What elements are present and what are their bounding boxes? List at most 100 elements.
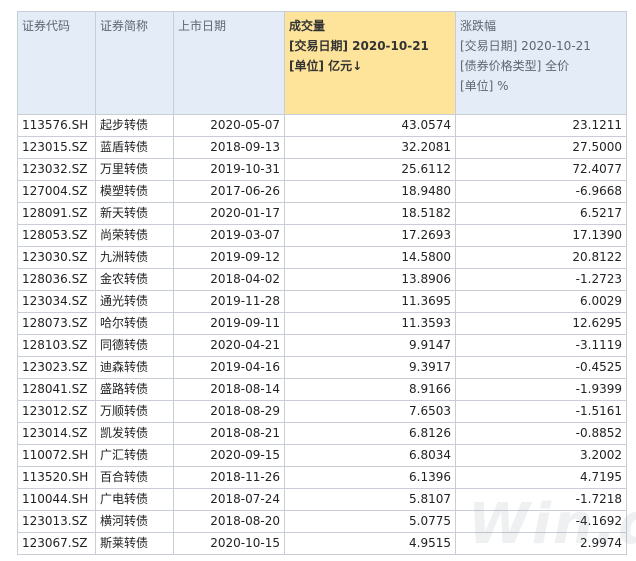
cell-code: 113520.SH <box>17 466 96 489</box>
table-row[interactable]: 123032.SZ 万里转债 2019-10-31 25.6112 72.4077 <box>17 158 627 181</box>
cell-name: 哈尔转债 <box>95 312 174 335</box>
cell-change: -1.7218 <box>455 488 627 511</box>
cell-code: 123015.SZ <box>17 136 96 159</box>
cell-code: 128073.SZ <box>17 312 96 335</box>
cell-change: -1.2723 <box>455 268 627 291</box>
cell-change: 4.7195 <box>455 466 627 489</box>
cell-change: 2.9974 <box>455 532 627 555</box>
table-row[interactable]: 123015.SZ 蓝盾转债 2018-09-13 32.2081 27.5000 <box>17 136 627 159</box>
table-row[interactable]: 123030.SZ 九洲转债 2019-09-12 14.5800 20.8122 <box>17 246 627 269</box>
table-row[interactable]: 123067.SZ 斯莱转债 2020-10-15 4.9515 2.9974 <box>17 532 627 555</box>
cell-change: 17.1390 <box>455 224 627 247</box>
cell-name: 模塑转债 <box>95 180 174 203</box>
cell-code: 128053.SZ <box>17 224 96 247</box>
cell-date: 2018-08-21 <box>173 422 285 445</box>
cell-code: 123023.SZ <box>17 356 96 379</box>
cell-volume: 18.9480 <box>284 180 456 203</box>
cell-name: 广电转债 <box>95 488 174 511</box>
cell-volume: 25.6112 <box>284 158 456 181</box>
cell-date: 2020-01-17 <box>173 202 285 225</box>
cell-volume: 11.3593 <box>284 312 456 335</box>
table-row[interactable]: 128091.SZ 新天转债 2020-01-17 18.5182 6.5217 <box>17 202 627 225</box>
cell-name: 尚荣转债 <box>95 224 174 247</box>
table-row[interactable]: 113576.SH 起步转债 2020-05-07 43.0574 23.1211 <box>17 114 627 137</box>
cell-code: 128041.SZ <box>17 378 96 401</box>
cell-volume: 9.3917 <box>284 356 456 379</box>
table-row[interactable]: 113520.SH 百合转债 2018-11-26 6.1396 4.7195 <box>17 466 627 489</box>
cell-code: 123013.SZ <box>17 510 96 533</box>
table-row[interactable]: 123013.SZ 横河转债 2018-08-20 5.0775 -4.1692 <box>17 510 627 533</box>
header-name[interactable]: 证券简称 <box>95 11 174 115</box>
table-row[interactable]: 127004.SZ 模塑转债 2017-06-26 18.9480 -6.9668 <box>17 180 627 203</box>
cell-name: 九洲转债 <box>95 246 174 269</box>
cell-name: 万里转债 <box>95 158 174 181</box>
cell-code: 127004.SZ <box>17 180 96 203</box>
table-row[interactable]: 128103.SZ 同德转债 2020-04-21 9.9147 -3.1119 <box>17 334 627 357</box>
table-row[interactable]: 128041.SZ 盛路转债 2018-08-14 8.9166 -1.9399 <box>17 378 627 401</box>
cell-date: 2020-05-07 <box>173 114 285 137</box>
table-row[interactable]: 110072.SH 广汇转债 2020-09-15 6.8034 3.2002 <box>17 444 627 467</box>
cell-name: 起步转债 <box>95 114 174 137</box>
cell-code: 123012.SZ <box>17 400 96 423</box>
cell-name: 新天转债 <box>95 202 174 225</box>
cell-name: 万顺转债 <box>95 400 174 423</box>
cell-date: 2018-04-02 <box>173 268 285 291</box>
header-code[interactable]: 证券代码 <box>17 11 96 115</box>
cell-date: 2018-09-13 <box>173 136 285 159</box>
cell-date: 2019-04-16 <box>173 356 285 379</box>
cell-name: 迪森转债 <box>95 356 174 379</box>
cell-date: 2019-09-12 <box>173 246 285 269</box>
bond-table: 证券代码 证券简称 上市日期 成交量 [交易日期] 2020-10-21 [单位… <box>17 11 627 555</box>
table-row[interactable]: 123023.SZ 迪森转债 2019-04-16 9.3917 -0.4525 <box>17 356 627 379</box>
cell-name: 百合转债 <box>95 466 174 489</box>
cell-date: 2018-07-24 <box>173 488 285 511</box>
cell-volume: 18.5182 <box>284 202 456 225</box>
table-row[interactable]: 123014.SZ 凯发转债 2018-08-21 6.8126 -0.8852 <box>17 422 627 445</box>
cell-date: 2019-11-28 <box>173 290 285 313</box>
cell-date: 2020-09-15 <box>173 444 285 467</box>
cell-name: 广汇转债 <box>95 444 174 467</box>
cell-change: 6.0029 <box>455 290 627 313</box>
cell-volume: 32.2081 <box>284 136 456 159</box>
header-listdate[interactable]: 上市日期 <box>173 11 285 115</box>
cell-code: 110044.SH <box>17 488 96 511</box>
cell-name: 同德转债 <box>95 334 174 357</box>
cell-change: -0.8852 <box>455 422 627 445</box>
table-row[interactable]: 123012.SZ 万顺转债 2018-08-29 7.6503 -1.5161 <box>17 400 627 423</box>
cell-date: 2018-08-20 <box>173 510 285 533</box>
table-row[interactable]: 128036.SZ 金农转债 2018-04-02 13.8906 -1.2723 <box>17 268 627 291</box>
cell-code: 123067.SZ <box>17 532 96 555</box>
cell-name: 金农转债 <box>95 268 174 291</box>
cell-date: 2019-10-31 <box>173 158 285 181</box>
cell-code: 123030.SZ <box>17 246 96 269</box>
cell-change: 6.5217 <box>455 202 627 225</box>
cell-date: 2018-11-26 <box>173 466 285 489</box>
cell-volume: 11.3695 <box>284 290 456 313</box>
cell-code: 110072.SH <box>17 444 96 467</box>
table-row[interactable]: 128053.SZ 尚荣转债 2019-03-07 17.2693 17.1390 <box>17 224 627 247</box>
table-row[interactable]: 123034.SZ 通光转债 2019-11-28 11.3695 6.0029 <box>17 290 627 313</box>
header-change[interactable]: 涨跌幅 [交易日期] 2020-10-21 [债券价格类型] 全价 [单位] % <box>455 11 627 115</box>
table-row[interactable]: 128073.SZ 哈尔转债 2019-09-11 11.3593 12.6295 <box>17 312 627 335</box>
cell-change: -4.1692 <box>455 510 627 533</box>
cell-change: 72.4077 <box>455 158 627 181</box>
cell-volume: 6.8126 <box>284 422 456 445</box>
cell-change: 23.1211 <box>455 114 627 137</box>
cell-date: 2018-08-14 <box>173 378 285 401</box>
cell-code: 123014.SZ <box>17 422 96 445</box>
cell-volume: 5.0775 <box>284 510 456 533</box>
cell-volume: 6.1396 <box>284 466 456 489</box>
cell-volume: 14.5800 <box>284 246 456 269</box>
cell-volume: 7.6503 <box>284 400 456 423</box>
cell-volume: 4.9515 <box>284 532 456 555</box>
cell-name: 通光转债 <box>95 290 174 313</box>
cell-volume: 6.8034 <box>284 444 456 467</box>
table-row[interactable]: 110044.SH 广电转债 2018-07-24 5.8107 -1.7218 <box>17 488 627 511</box>
cell-change: -3.1119 <box>455 334 627 357</box>
cell-date: 2019-09-11 <box>173 312 285 335</box>
header-volume[interactable]: 成交量 [交易日期] 2020-10-21 [单位] 亿元↓ <box>284 11 456 115</box>
cell-date: 2019-03-07 <box>173 224 285 247</box>
cell-code: 113576.SH <box>17 114 96 137</box>
cell-change: 20.8122 <box>455 246 627 269</box>
cell-code: 128091.SZ <box>17 202 96 225</box>
